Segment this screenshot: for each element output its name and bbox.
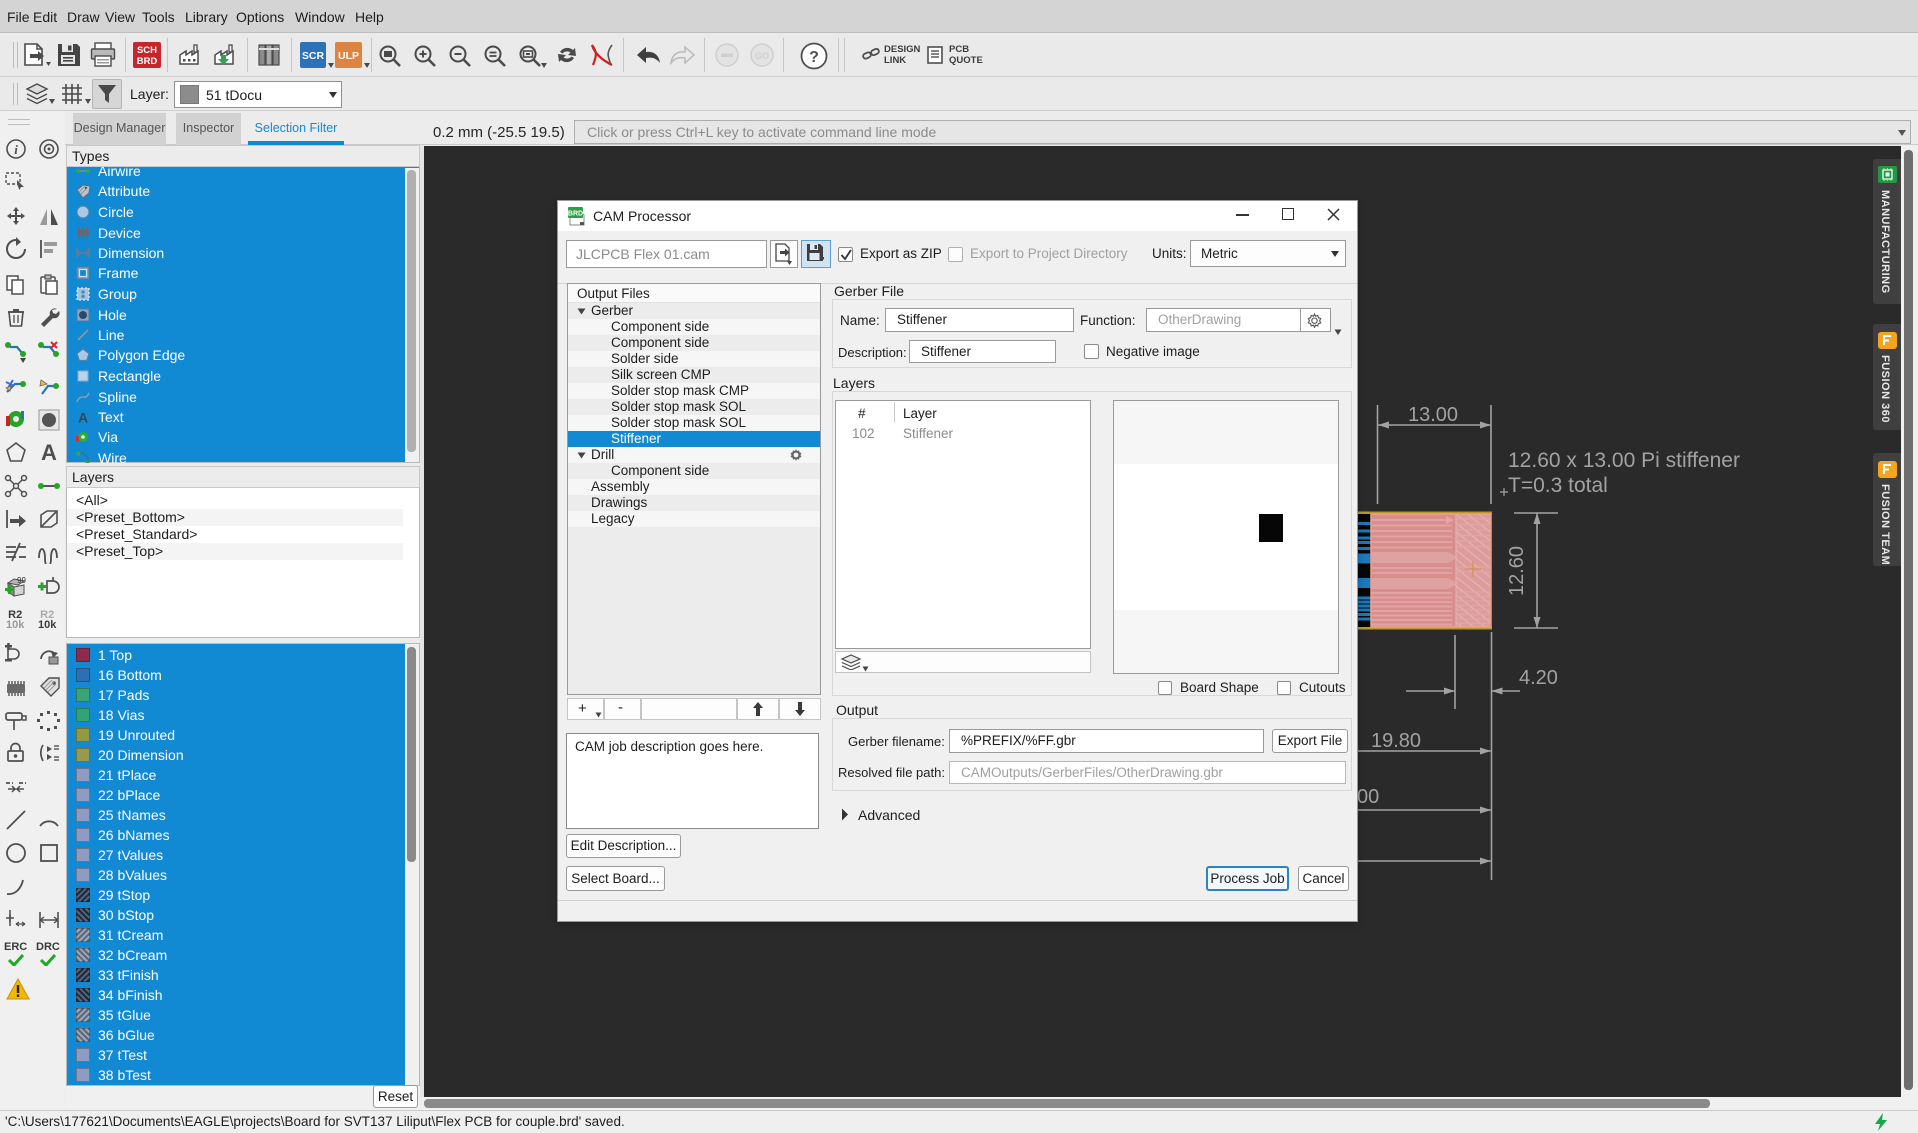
svg-text:GO: GO	[755, 51, 769, 61]
svg-text:ULP: ULP	[338, 50, 359, 62]
svg-text:99: 99	[17, 576, 26, 585]
svg-text:T=0.3 total: T=0.3 total	[1508, 474, 1608, 497]
svg-text:12.60: 12.60	[1506, 546, 1528, 596]
svg-text:00: 00	[1357, 786, 1379, 808]
svg-text:BRD: BRD	[137, 56, 158, 67]
svg-text:?: ?	[809, 49, 819, 66]
svg-text:A: A	[78, 410, 88, 424]
svg-text:i: i	[14, 142, 18, 157]
svg-text:13.00: 13.00	[1408, 404, 1458, 426]
svg-text:BRD: BRD	[568, 211, 583, 218]
svg-text:12.60 x 13.00 Pi stiffener: 12.60 x 13.00 Pi stiffener	[1508, 449, 1740, 472]
svg-text:4.20: 4.20	[1519, 667, 1558, 689]
svg-text:A: A	[41, 440, 57, 464]
svg-text:SCR: SCR	[302, 50, 325, 62]
svg-text:19.80: 19.80	[1371, 730, 1421, 752]
svg-text:SCH: SCH	[137, 45, 157, 56]
